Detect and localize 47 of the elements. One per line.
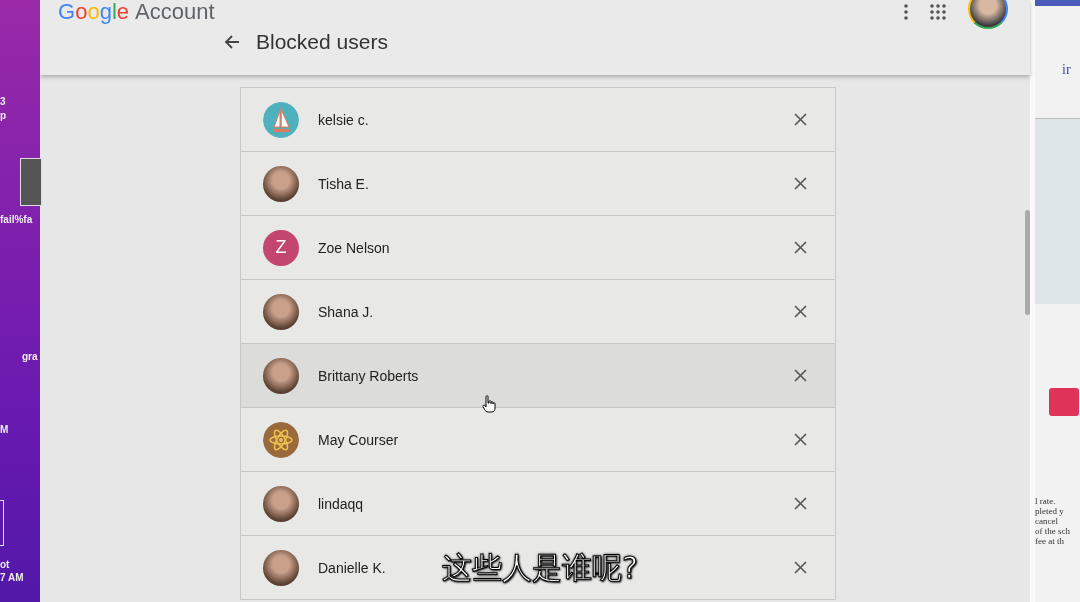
- user-name: Shana J.: [318, 303, 374, 320]
- desktop-icon-label[interactable]: fail%fa: [0, 214, 33, 225]
- close-icon[interactable]: [794, 177, 807, 190]
- page-text: of the sch: [1035, 526, 1071, 536]
- avatar-photo: [263, 165, 299, 202]
- close-icon[interactable]: [794, 497, 807, 510]
- atom-avatar-icon: [263, 421, 299, 458]
- user-name: kelsie c.: [318, 111, 369, 128]
- desktop-icon-label[interactable]: 7 AM: [0, 572, 24, 583]
- close-icon[interactable]: [794, 305, 807, 318]
- user-name: Tisha E.: [318, 175, 369, 192]
- close-icon[interactable]: [794, 241, 807, 254]
- page-text: pleted y: [1035, 506, 1065, 516]
- more-options-icon[interactable]: [904, 4, 908, 20]
- user-name: lindaqq: [318, 495, 364, 512]
- desktop-icon-label[interactable]: M: [0, 424, 9, 435]
- desktop-icon-label[interactable]: gra: [22, 351, 38, 362]
- user-name: Brittany Roberts: [318, 367, 419, 384]
- desktop-icon-label[interactable]: ot: [0, 559, 10, 570]
- desktop-icon-label[interactable]: p: [0, 110, 7, 121]
- back-arrow-icon[interactable]: [224, 34, 240, 50]
- user-name: May Courser: [318, 431, 399, 448]
- avatar-photo: [263, 293, 299, 330]
- file-thumbnail[interactable]: [20, 158, 42, 206]
- apps-grid-icon[interactable]: [930, 4, 946, 20]
- letter-avatar: Z: [263, 229, 299, 266]
- desktop-icon-label[interactable]: 3: [0, 96, 6, 107]
- page-text: cancel: [1035, 516, 1059, 526]
- page-text: fee at th: [1035, 536, 1065, 546]
- avatar-photo: [263, 357, 299, 394]
- sailboat-avatar-icon: [263, 101, 299, 138]
- scrollbar-thumb[interactable]: [1025, 210, 1030, 315]
- blocked-user-row[interactable]: Brittany Roberts: [241, 344, 835, 408]
- product-name: Account: [135, 0, 215, 25]
- avatar-photo: [263, 549, 299, 586]
- page-title: Blocked users: [256, 30, 388, 54]
- close-icon[interactable]: [794, 369, 807, 382]
- user-name: Danielle K.: [318, 559, 386, 576]
- user-name: Zoe Nelson: [318, 239, 390, 256]
- page-text: l rate.: [1035, 496, 1057, 506]
- close-icon[interactable]: [794, 113, 807, 126]
- account-avatar[interactable]: [968, 0, 1008, 29]
- close-icon[interactable]: [794, 561, 807, 574]
- page-link[interactable]: ir: [1062, 62, 1080, 78]
- avatar-photo: [263, 485, 299, 522]
- close-icon[interactable]: [794, 433, 807, 446]
- hand-cursor-icon: [482, 395, 497, 413]
